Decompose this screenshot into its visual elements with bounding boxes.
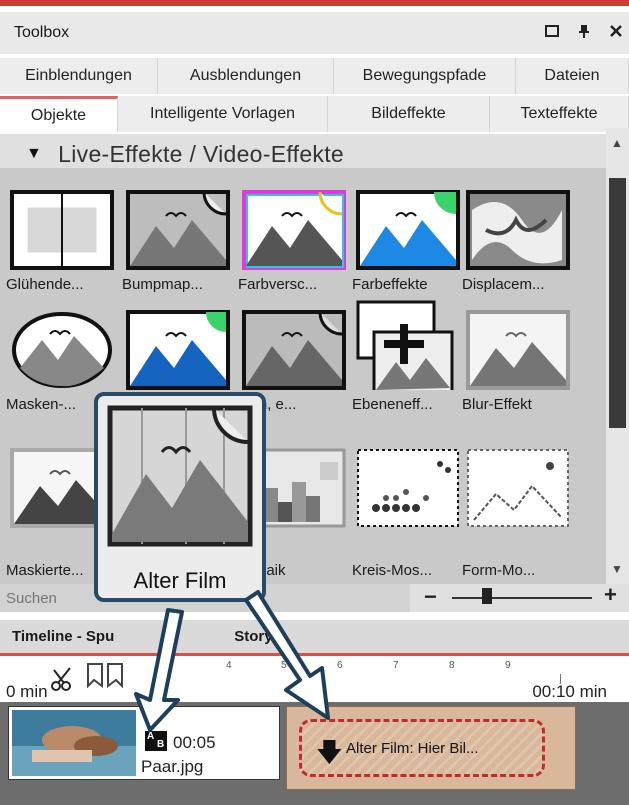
time-end: 00:10 min: [532, 682, 607, 701]
ruler-tick: 6: [337, 660, 343, 671]
storyboard-tab[interactable]: Story: [234, 628, 272, 645]
tab-texteffekte[interactable]: Texteffekte: [490, 96, 629, 132]
effect-label: Kreis-Mos...: [352, 562, 433, 579]
effect-thumb-hatched-icon: [467, 449, 569, 527]
zoom-slider[interactable]: [452, 597, 592, 599]
effect-label: Ebeneneff...: [352, 396, 433, 413]
effect-label: Farbversc...: [238, 276, 318, 293]
image-clip[interactable]: AB 00:05 Paar.jpg: [8, 706, 280, 780]
effect-label: Bumpmap...: [122, 276, 203, 293]
ruler-tick: 8: [449, 660, 455, 671]
drop-zone[interactable]: 🡇 Alter Film: Hier Bil...: [299, 719, 545, 777]
effect-thumb-mountain-icon: [356, 190, 460, 270]
clip-filename: Paar.jpg: [141, 757, 204, 776]
zoom-in-icon[interactable]: +: [604, 582, 617, 608]
toolbox-titlebar: Toolbox: [0, 12, 629, 54]
tooltip-label: Alter Film: [133, 568, 227, 593]
effect-drop-target[interactable]: 🡇 Alter Film: Hier Bil...: [286, 706, 576, 790]
effects-group-title: Live-Effekte / Video-Effekte: [58, 140, 344, 167]
effect-thumb-mountain-icon: [126, 310, 230, 390]
old-film-thumb-icon: [107, 405, 253, 547]
marker-icon[interactable]: [86, 662, 126, 692]
clip-thumbnail: [12, 710, 136, 776]
scroll-thumb[interactable]: [609, 178, 626, 428]
effect-thumb-mountain-icon: [242, 190, 346, 270]
tabs-row-bottom: Objekte Intelligente Vorlagen Bildeffekt…: [0, 96, 629, 132]
effect-label: Displacem...: [462, 276, 545, 293]
effect-thumb-oval-mask-icon: [12, 312, 112, 388]
scissors-icon[interactable]: [50, 666, 76, 692]
time-start: 0 min: [6, 682, 48, 701]
clip-duration: 00:05: [173, 733, 216, 752]
timeline-ruler[interactable]: 4 5 6 7 8 9 0 min 00:10 min: [0, 656, 629, 702]
scroll-down-icon[interactable]: ▼: [611, 562, 623, 576]
effects-scrollbar[interactable]: ▲ ▼: [606, 128, 629, 584]
zoom-slider-handle[interactable]: [482, 588, 492, 604]
effect-bumpmap[interactable]: Bumpmap...: [122, 180, 242, 298]
effect-displacement[interactable]: Displacem...: [462, 180, 582, 298]
tab-einblendungen[interactable]: Einblendungen: [0, 58, 158, 94]
tab-bewegungspfade[interactable]: Bewegungspfade: [334, 58, 516, 94]
tab-dateien[interactable]: Dateien: [516, 58, 629, 94]
collapse-triangle-icon[interactable]: ▼: [26, 145, 42, 163]
transition-ab-icon[interactable]: AB: [145, 731, 167, 751]
ruler-tick: 7: [393, 660, 399, 671]
ruler-tick: 4: [226, 660, 232, 671]
effect-label: Blur-Effekt: [462, 396, 532, 413]
effect-ebeneneffekt[interactable]: Ebeneneff...: [352, 300, 472, 418]
effect-thumb-blur-icon: [466, 310, 570, 390]
effect-thumb-dots-icon: [357, 449, 459, 527]
drag-preview-tooltip: Alter Film: [94, 392, 266, 602]
tab-intelligente-vorlagen[interactable]: Intelligente Vorlagen: [118, 96, 328, 132]
maximize-icon[interactable]: [543, 22, 561, 40]
effect-thumb-distorted-icon: [466, 190, 570, 270]
effect-form-mosaik[interactable]: Form-Mo...: [462, 438, 582, 579]
tab-bildeffekte[interactable]: Bildeffekte: [328, 96, 490, 132]
tab-objekte[interactable]: Objekte: [0, 96, 118, 132]
effect-blur[interactable]: Blur-Effekt: [462, 300, 582, 418]
zoom-out-icon[interactable]: −: [424, 584, 437, 610]
ruler-tick: 9: [505, 660, 511, 671]
pin-icon[interactable]: [575, 22, 593, 40]
toolbox-title: Toolbox: [14, 24, 70, 41]
tab-ausblendungen[interactable]: Ausblendungen: [158, 58, 334, 94]
effect-thumb-layers-plus-icon: [356, 300, 454, 390]
effect-label: Glühende...: [6, 276, 84, 293]
timeline-panel: Timeline - Spu Story 4 5 6 7 8 9 0 min 0…: [0, 620, 629, 805]
tabs-row-top: Einblendungen Ausblendungen Bewegungspfa…: [0, 58, 629, 94]
timeline-title: Timeline - Spu: [12, 628, 115, 645]
drop-zone-text: Alter Film: Hier Bil...: [346, 740, 479, 757]
effect-thumb-mountain-icon: [242, 310, 346, 390]
effect-farbeffekte[interactable]: Farbeffekte: [352, 180, 472, 298]
effect-gluehende-kanten[interactable]: Glühende...: [6, 180, 126, 298]
effect-label: Form-Mo...: [462, 562, 536, 579]
scroll-up-icon[interactable]: ▲: [611, 136, 623, 150]
ruler-tick: 5: [281, 660, 287, 671]
close-icon[interactable]: [607, 22, 625, 40]
effect-farbverschiebung[interactable]: Farbversc...: [238, 180, 358, 298]
timeline-track: AB 00:05 Paar.jpg 🡇 Alter Film: Hier Bil…: [0, 702, 629, 805]
arrow-down-icon: 🡇: [316, 737, 343, 767]
effect-thumb-frame-icon: [10, 190, 114, 270]
effects-grid: Glühende... Bumpmap... Farbversc... Farb…: [0, 168, 606, 584]
effect-thumb-mountain-icon: [126, 190, 230, 270]
effect-kreis-mosaik[interactable]: Kreis-Mos...: [352, 438, 472, 579]
timeline-title-bar: Timeline - Spu Story: [0, 620, 629, 656]
